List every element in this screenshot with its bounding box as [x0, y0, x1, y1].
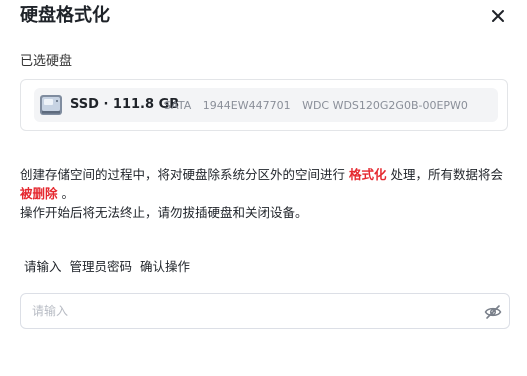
warning-prefix: 创建存储空间的过程中，将对硬盘除系统分区外的空间进行 [20, 167, 346, 182]
confirm-label-part2: 管理员密码 [69, 259, 133, 274]
ssd-drive-icon [38, 92, 64, 118]
disk-model: WDC WDS120G2G0B-00EPW0 [302, 99, 468, 112]
confirm-label-part3: 确认操作 [140, 259, 191, 274]
dialog-title: 硬盘格式化 [20, 5, 110, 26]
disk-name: SSD · 111.8 GB [70, 97, 180, 112]
warning-line-2: 操作开始后将无法终止，请勿拔插硬盘和关闭设备。 [20, 205, 308, 220]
confirm-label: 请输入 管理员密码 确认操作 [24, 258, 194, 276]
selected-disk-label: 已选硬盘 [20, 54, 73, 69]
format-warning: 创建存储空间的过程中，将对硬盘除系统分区外的空间进行 格式化 处理，所有数据将会… [20, 165, 510, 222]
delete-highlight: 被删除 [20, 186, 58, 201]
confirm-label-part1: 请输入 [24, 259, 62, 274]
eye-off-icon[interactable] [484, 303, 502, 321]
password-field [20, 293, 510, 329]
format-disk-dialog: 硬盘格式化 已选硬盘 SSD · 111.8 GB SATA 1944EW447… [0, 0, 527, 376]
disk-info-row: SSD · 111.8 GB SATA 1944EW447701 WDC WDS… [34, 88, 498, 122]
warning-period: 。 [61, 186, 75, 201]
disk-meta: SATA 1944EW447701 WDC WDS120G2G0B-00EPW0 [164, 98, 476, 113]
disk-interface: SATA [164, 99, 192, 112]
password-input[interactable] [32, 301, 472, 321]
warning-line-1: 创建存储空间的过程中，将对硬盘除系统分区外的空间进行 格式化 处理，所有数据将会… [20, 165, 510, 203]
warning-suffix: 处理，所有数据将会 [390, 167, 504, 182]
close-icon[interactable] [488, 6, 508, 26]
format-highlight: 格式化 [349, 167, 387, 182]
disk-serial: 1944EW447701 [202, 99, 291, 112]
selected-disk-card: SSD · 111.8 GB SATA 1944EW447701 WDC WDS… [20, 79, 508, 131]
